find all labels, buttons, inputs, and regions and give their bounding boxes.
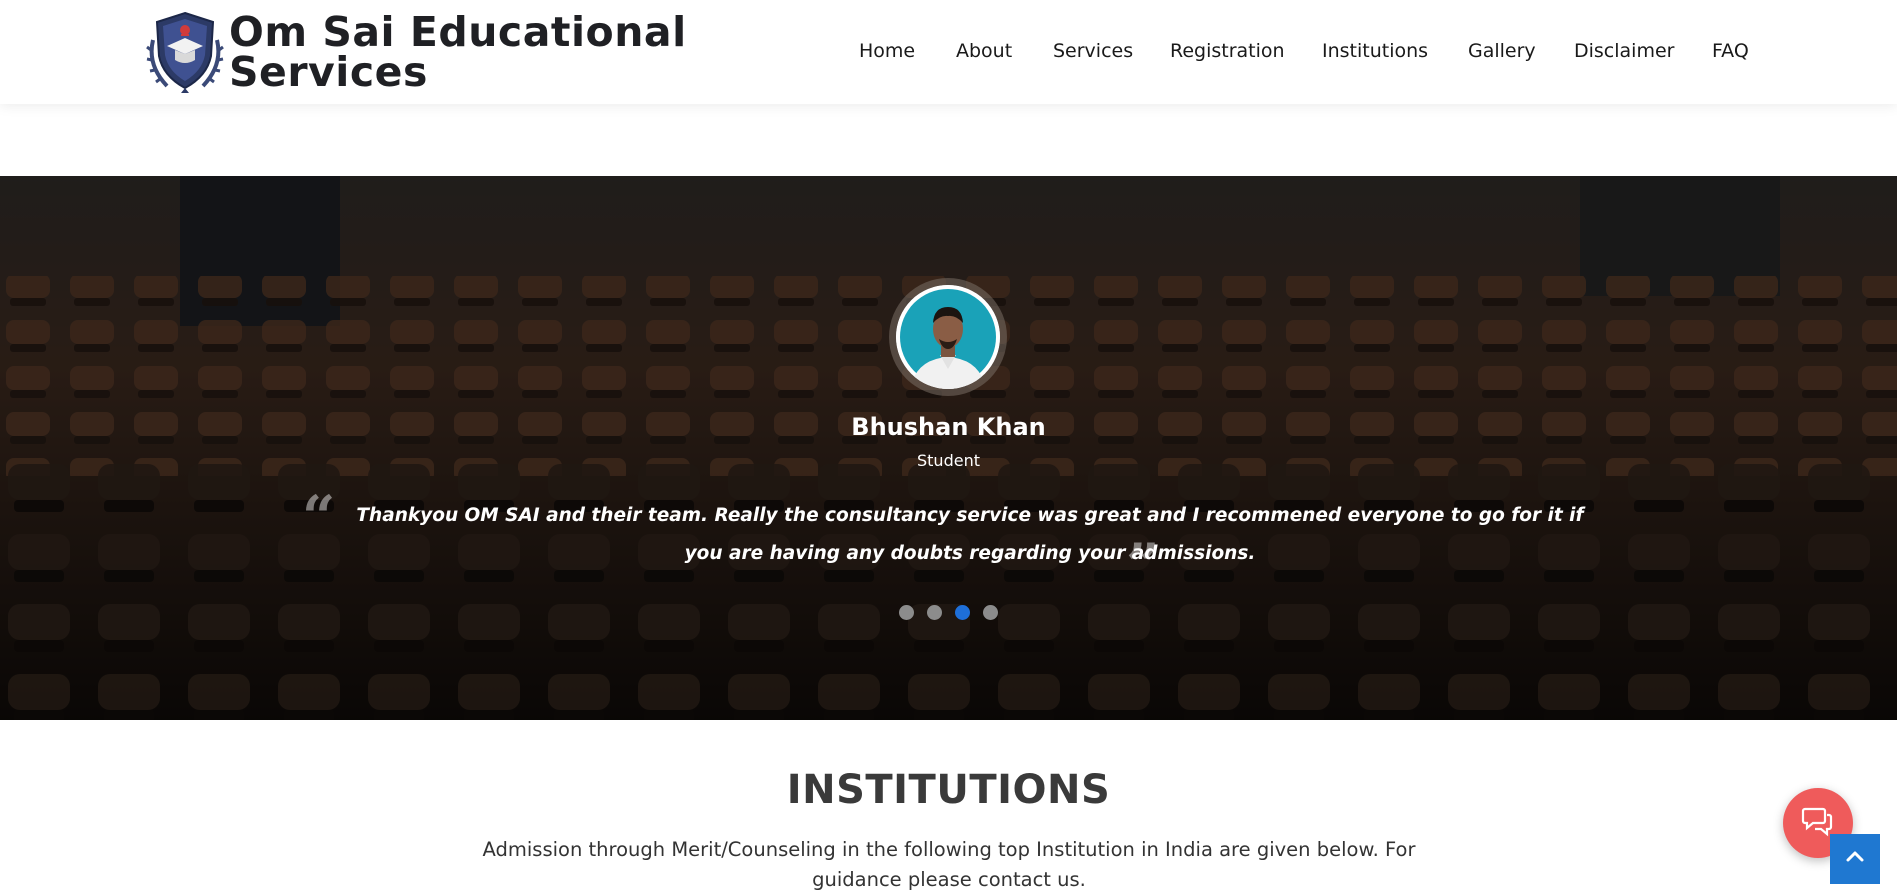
nav-disclaimer[interactable]: Disclaimer bbox=[1574, 40, 1674, 62]
open-quote-icon: “ bbox=[302, 483, 336, 551]
nav-services[interactable]: Services bbox=[1053, 40, 1133, 62]
brand-line-2: Services bbox=[229, 48, 428, 96]
scroll-to-top-button[interactable] bbox=[1830, 834, 1880, 884]
testimonial-quote: Thankyou OM SAI and their team. Really t… bbox=[356, 505, 1584, 564]
nav-home[interactable]: Home bbox=[859, 40, 915, 62]
institutions-title: INSTITUTIONS bbox=[786, 767, 1111, 813]
nav-institutions[interactable]: Institutions bbox=[1322, 40, 1428, 62]
institutions-description: Admission through Merit/Counseling in th… bbox=[482, 838, 1416, 891]
carousel-dot-2[interactable] bbox=[927, 605, 942, 620]
testimonial-role: Student bbox=[917, 451, 980, 470]
brand-name[interactable]: Om Sai Educational Services bbox=[229, 8, 687, 96]
site-header: Om Sai Educational Services Home About S… bbox=[0, 0, 1897, 104]
chevron-up-icon bbox=[1843, 845, 1867, 873]
lecture-hall-background-image bbox=[0, 176, 1897, 720]
main-nav: Home About Services Registration Institu… bbox=[859, 40, 1897, 70]
testimonial-name: Bhushan Khan bbox=[851, 413, 1046, 441]
nav-about[interactable]: About bbox=[956, 40, 1012, 62]
testimonial-avatar bbox=[896, 285, 1000, 389]
brand-line-1: Om Sai Educational bbox=[229, 8, 687, 56]
carousel-dot-3[interactable] bbox=[955, 605, 970, 620]
nav-faq[interactable]: FAQ bbox=[1712, 40, 1749, 62]
carousel-dot-1[interactable] bbox=[899, 605, 914, 620]
logo-shield-icon[interactable] bbox=[145, 10, 225, 94]
testimonial-section bbox=[0, 176, 1897, 720]
carousel-dot-4[interactable] bbox=[983, 605, 998, 620]
nav-gallery[interactable]: Gallery bbox=[1468, 40, 1536, 62]
close-quote-icon: ” bbox=[1126, 531, 1160, 599]
nav-registration[interactable]: Registration bbox=[1170, 40, 1285, 62]
